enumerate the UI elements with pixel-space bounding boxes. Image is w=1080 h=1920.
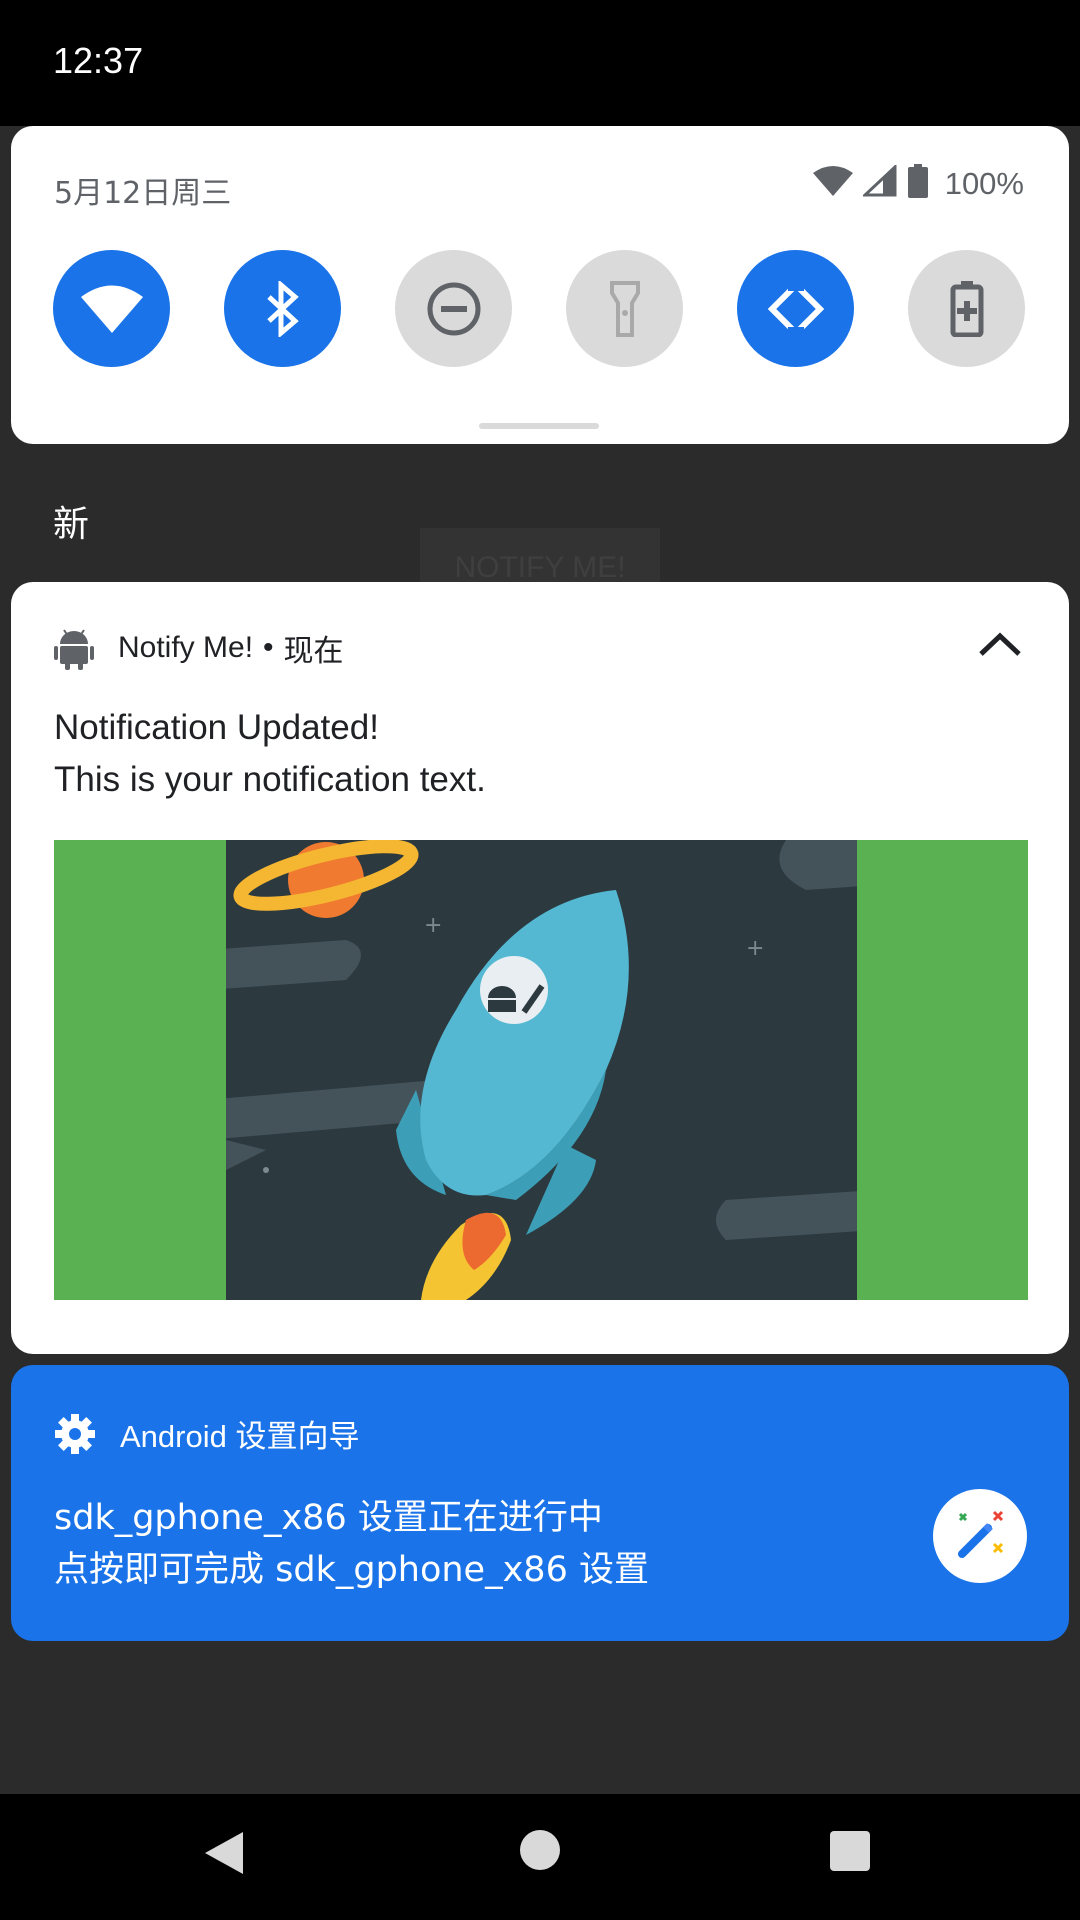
status-time: 12:37 xyxy=(53,40,144,81)
do-not-disturb-icon xyxy=(427,282,480,335)
qs-drag-handle[interactable] xyxy=(479,423,599,429)
home-icon[interactable] xyxy=(520,1830,560,1870)
status-bar: 12:37 xyxy=(0,0,1080,126)
tile-bluetooth[interactable] xyxy=(224,250,341,367)
battery-icon xyxy=(907,164,929,203)
battery-saver-icon xyxy=(950,280,983,337)
rocket-illustration-icon: + + xyxy=(226,840,857,1300)
gear-icon xyxy=(55,1413,95,1454)
setup-app-name: Android 设置向导 xyxy=(120,1419,360,1454)
header-separator: • xyxy=(263,631,274,664)
notification-card[interactable]: Notify Me! • 现在 Notification Updated! Th… xyxy=(11,582,1069,1354)
tile-wifi[interactable] xyxy=(53,250,170,367)
svg-text:+: + xyxy=(424,913,442,938)
magic-wand-icon xyxy=(958,1510,1004,1558)
notification-header: Notify Me! • 现在 xyxy=(54,626,344,670)
tile-auto-rotate[interactable] xyxy=(737,250,854,367)
navigation-bar xyxy=(0,1794,1080,1920)
setup-line-2: 点按即可完成 sdk_gphone_x86 设置 xyxy=(54,1550,649,1590)
notification-text: This is your notification text. xyxy=(54,760,486,799)
flashlight-icon xyxy=(609,280,640,337)
quick-settings-tiles xyxy=(53,250,1035,368)
bluetooth-icon xyxy=(266,280,299,337)
android-icon xyxy=(54,629,94,670)
qs-date[interactable]: 5月12日周三 xyxy=(54,168,231,212)
setup-wizard-notification[interactable]: Android 设置向导 sdk_gphone_x86 设置正在进行中 点按即可… xyxy=(11,1365,1069,1641)
svg-text:+: + xyxy=(746,936,764,961)
cell-signal-icon xyxy=(860,163,897,202)
setup-large-icon xyxy=(933,1489,1027,1583)
notification-big-picture: + + xyxy=(54,840,1028,1300)
tile-flashlight[interactable] xyxy=(566,250,683,367)
wifi-icon xyxy=(80,285,143,333)
tile-battery-saver[interactable] xyxy=(908,250,1025,367)
notification-app-name: Notify Me! xyxy=(118,631,254,664)
qs-status-icons: 100% xyxy=(812,163,1024,203)
notification-title: Notification Updated! xyxy=(54,708,379,747)
recents-icon[interactable] xyxy=(830,1831,870,1871)
battery-percent: 100% xyxy=(944,165,1024,201)
quick-settings-panel: 5月12日周三 100% xyxy=(11,126,1069,444)
setup-header: Android 设置向导 xyxy=(54,1411,359,1456)
auto-rotate-icon xyxy=(767,278,824,339)
notification-time: 现在 xyxy=(283,634,344,669)
section-new-label: 新 xyxy=(53,504,90,545)
collapse-chevron-icon[interactable] xyxy=(975,624,1025,668)
setup-line-1: sdk_gphone_x86 设置正在进行中 xyxy=(54,1498,603,1538)
wifi-signal-icon xyxy=(812,165,853,202)
tile-do-not-disturb[interactable] xyxy=(395,250,512,367)
back-icon[interactable] xyxy=(203,1830,245,1876)
